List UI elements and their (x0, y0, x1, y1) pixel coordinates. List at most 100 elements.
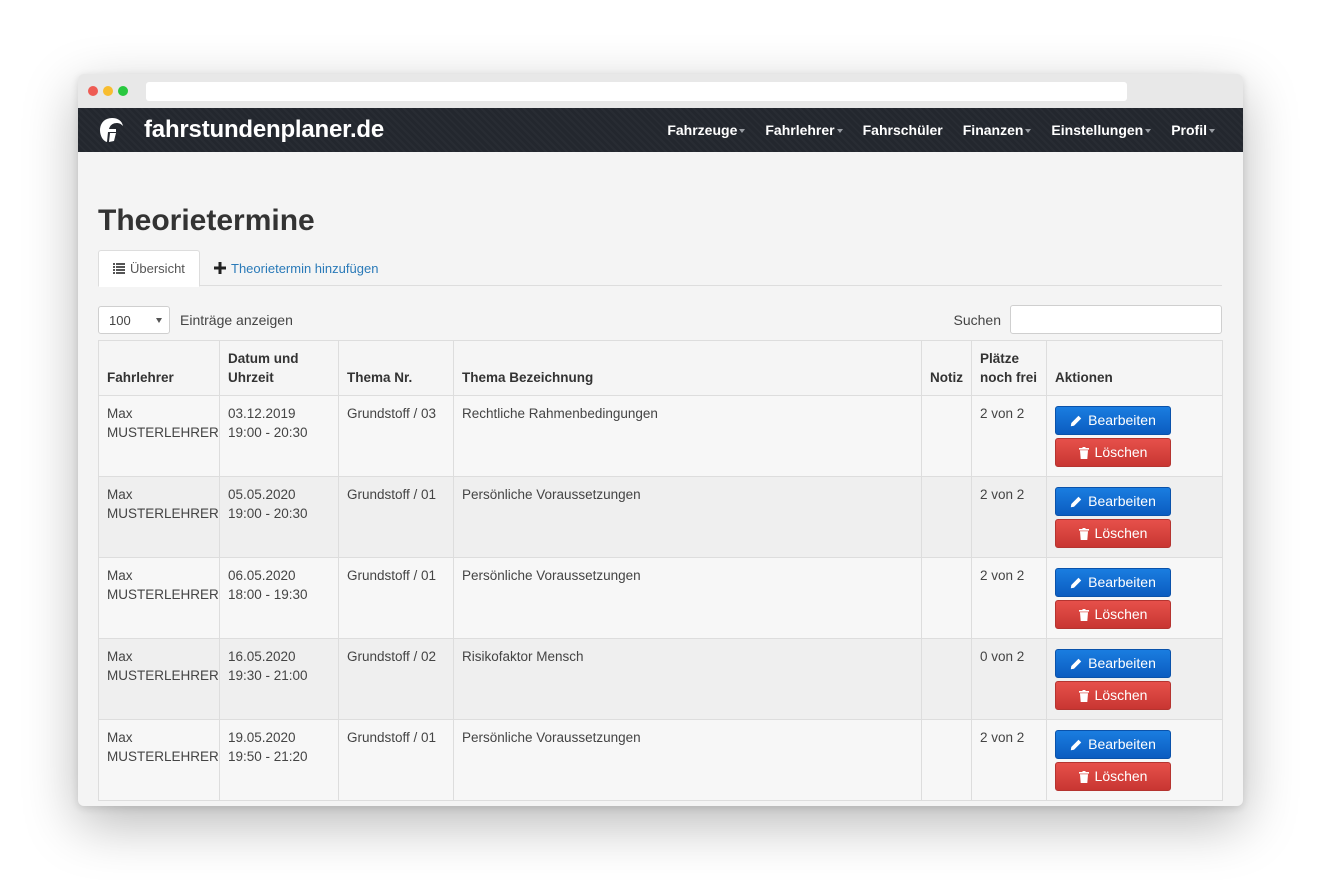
topic-no-value: Grundstoff / 01 (347, 730, 437, 745)
nav-item-fahrlehrer[interactable]: Fahrlehrer (765, 122, 843, 138)
cell-note (921, 557, 972, 639)
cell-topic-no: Grundstoff / 02 (338, 638, 454, 720)
header-label: Thema Bezeichnung (462, 370, 594, 385)
delete-button[interactable]: Löschen (1055, 438, 1171, 467)
brand-name[interactable]: fahrstundenplaner.de (144, 116, 384, 144)
column-header-topic-name[interactable]: Thema Bezeichnung (453, 340, 922, 396)
table-row: Max MUSTERLEHRER 03.12.2019 19:00 - 20:30 Gr… (98, 395, 1223, 477)
teacher-last-name: MUSTERLEHRER (107, 587, 219, 602)
cell-topic-name: Persönliche Voraussetzungen (453, 557, 922, 639)
cell-datetime: 05.05.2020 19:00 - 20:30 (219, 476, 339, 558)
browser-window: fahrstundenplaner.de Fahrzeuge Fahrlehre… (78, 74, 1243, 806)
teacher-first-name: Max (107, 730, 133, 745)
delete-button[interactable]: Löschen (1055, 681, 1171, 710)
nav-item-label: Fahrlehrer (765, 122, 835, 138)
edit-button[interactable]: Bearbeiten (1055, 487, 1171, 516)
edit-button[interactable]: Bearbeiten (1055, 406, 1171, 435)
window-minimize-dot[interactable] (103, 86, 113, 96)
tab-overview[interactable]: Übersicht (98, 250, 200, 287)
nav-item-einstellungen[interactable]: Einstellungen (1051, 122, 1152, 138)
topic-name-value: Persönliche Voraussetzungen (462, 730, 641, 745)
cell-note (921, 476, 972, 558)
entries-per-page-value: 100 (109, 313, 131, 328)
table-row: Max MUSTERLEHRER 16.05.2020 19:30 - 21:00 Gr… (98, 638, 1223, 720)
column-header-datetime[interactable]: Datum und Uhrzeit (219, 340, 339, 396)
browser-titlebar (78, 74, 1243, 108)
edit-button[interactable]: Bearbeiten (1055, 649, 1171, 678)
cell-topic-no: Grundstoff / 01 (338, 476, 454, 558)
edit-button[interactable]: Bearbeiten (1055, 730, 1171, 759)
caret-down-icon (1209, 128, 1215, 133)
tab-add-label: Theorietermin hinzufügen (231, 260, 379, 276)
header-label: Fahrlehrer (107, 370, 174, 385)
entries-per-page-select[interactable]: 100 (98, 306, 170, 334)
spartan-helmet-icon[interactable] (98, 116, 126, 144)
cell-teacher: Max MUSTERLEHRER (98, 476, 220, 558)
entries-label: Einträge anzeigen (180, 312, 293, 328)
nav-item-finanzen[interactable]: Finanzen (963, 122, 1032, 138)
delete-button[interactable]: Löschen (1055, 519, 1171, 548)
cell-actions: Bearbeiten Löschen (1046, 557, 1223, 639)
header-label: Notiz (930, 370, 963, 385)
edit-button-label: Bearbeiten (1088, 493, 1156, 509)
cell-seats: 0 von 2 (971, 638, 1047, 720)
delete-button-label: Löschen (1094, 606, 1148, 622)
cell-note (921, 638, 972, 720)
pencil-icon (1070, 496, 1082, 507)
cell-actions: Bearbeiten Löschen (1046, 638, 1223, 720)
topic-name-value: Persönliche Voraussetzungen (462, 568, 641, 583)
nav-item-label: Fahrzeuge (667, 122, 738, 138)
plus-icon (214, 262, 226, 274)
nav-item-fahrzeuge[interactable]: Fahrzeuge (667, 122, 746, 138)
nav-item-fahrschueler[interactable]: Fahrschüler (863, 122, 943, 138)
edit-button[interactable]: Bearbeiten (1055, 568, 1171, 597)
theory-dates-table: Fahrlehrer Datum und Uhrzeit Thema Nr. T… (98, 340, 1223, 801)
seats-value: 2 von 2 (980, 730, 1025, 745)
teacher-first-name: Max (107, 487, 133, 502)
cell-actions: Bearbeiten Löschen (1046, 719, 1223, 801)
cell-teacher: Max MUSTERLEHRER (98, 557, 220, 639)
teacher-first-name: Max (107, 649, 133, 664)
pencil-icon (1070, 739, 1082, 750)
window-maximize-dot[interactable] (118, 86, 128, 96)
time-value: 19:00 - 20:30 (228, 506, 308, 521)
header-label: Uhrzeit (228, 370, 274, 385)
tab-bar: Übersicht Theorietermin hinzufügen (98, 250, 1222, 287)
topic-name-value: Persönliche Voraussetzungen (462, 487, 641, 502)
trash-icon (1078, 770, 1089, 783)
trash-icon (1078, 608, 1089, 621)
chevron-down-icon (156, 318, 162, 323)
top-navbar: fahrstundenplaner.de Fahrzeuge Fahrlehre… (78, 108, 1243, 152)
cell-datetime: 06.05.2020 18:00 - 19:30 (219, 557, 339, 639)
topic-no-value: Grundstoff / 02 (347, 649, 437, 664)
date-value: 16.05.2020 (228, 649, 296, 664)
delete-button[interactable]: Löschen (1055, 762, 1171, 791)
tab-add-theory-date[interactable]: Theorietermin hinzufügen (214, 250, 378, 286)
cell-topic-name: Persönliche Voraussetzungen (453, 719, 922, 801)
search-input[interactable] (1010, 305, 1222, 334)
column-header-note[interactable]: Notiz (921, 340, 972, 396)
date-value: 19.05.2020 (228, 730, 296, 745)
column-header-seats[interactable]: Plätze noch frei (971, 340, 1047, 396)
pencil-icon (1070, 658, 1082, 669)
column-header-actions: Aktionen (1046, 340, 1223, 396)
table-row: Max MUSTERLEHRER 05.05.2020 19:00 - 20:30 Gr… (98, 476, 1223, 558)
nav-item-label: Fahrschüler (862, 122, 943, 138)
cell-actions: Bearbeiten Löschen (1046, 476, 1223, 558)
caret-down-icon (836, 128, 843, 133)
header-label: Aktionen (1055, 370, 1113, 385)
delete-button-label: Löschen (1094, 525, 1148, 541)
seats-value: 0 von 2 (980, 649, 1025, 664)
time-value: 18:00 - 19:30 (228, 587, 308, 602)
header-label: Datum und (228, 351, 299, 366)
delete-button[interactable]: Löschen (1055, 600, 1171, 629)
trash-icon (1078, 446, 1089, 459)
window-close-dot[interactable] (88, 86, 98, 96)
delete-button-label: Löschen (1094, 768, 1148, 784)
address-bar[interactable] (146, 82, 1127, 101)
column-header-topic-no[interactable]: Thema Nr. (338, 340, 454, 396)
nav-item-profil[interactable]: Profil (1171, 122, 1215, 138)
column-header-teacher[interactable]: Fahrlehrer (98, 340, 220, 396)
cell-topic-no: Grundstoff / 03 (338, 395, 454, 477)
cell-topic-name: Rechtliche Rahmenbedingungen (453, 395, 922, 477)
